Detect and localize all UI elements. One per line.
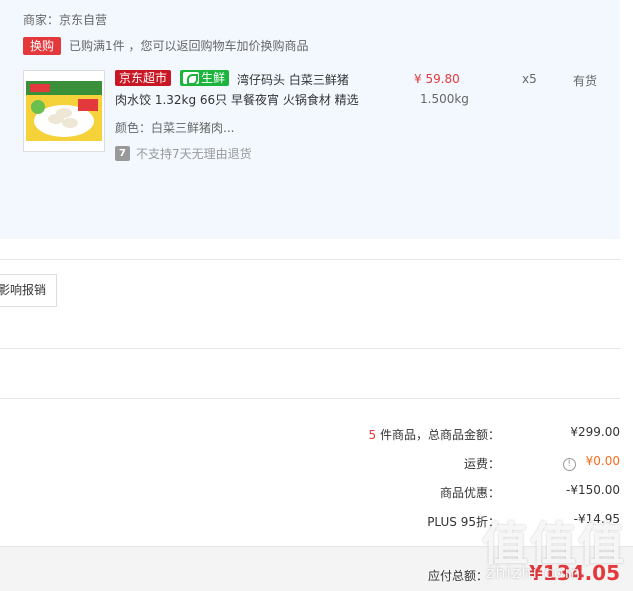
dumpling-package-icon <box>26 81 102 141</box>
plus-discount-label: PLUS 95折： <box>427 515 500 529</box>
payable-value: ¥134.05 <box>528 561 620 585</box>
fresh-badge: 生鲜 <box>180 70 230 86</box>
goods-total-value: ¥299.00 <box>570 425 620 439</box>
divider <box>0 259 620 260</box>
shipping-label: 运费： <box>463 457 500 471</box>
return-policy: 7 不支持7天无理由退货 <box>115 145 252 162</box>
info-icon[interactable]: ! <box>562 458 576 471</box>
unit-price: ¥ 59.80 <box>414 72 460 86</box>
unit-weight: 1.500kg <box>420 92 469 106</box>
goods-total-label: 件商品，总商品金额： <box>376 428 500 442</box>
product-thumbnail[interactable] <box>23 70 105 152</box>
jd-supermarket-badge: 京东超市 <box>115 70 172 86</box>
merchant-label: 商家：京东自营 <box>23 13 108 27</box>
promo-text: 已购满1件 ，您可以返回购物车加价换购商品 <box>69 39 309 53</box>
shipping-value: ! ¥0.00 <box>562 454 620 471</box>
fresh-badge-label: 生鲜 <box>201 71 226 85</box>
color-attribute: 颜色：白菜三鲜猪肉... <box>115 121 235 135</box>
divider <box>0 398 620 399</box>
payable-label: 应付总额： <box>427 569 488 583</box>
plus-discount-value: -¥14.95 <box>573 512 620 526</box>
return-policy-text: 不支持7天无理由退货 <box>136 147 252 161</box>
stock-status: 有货 <box>573 74 598 88</box>
item-quantity: x5 <box>522 72 537 86</box>
goods-count-label: 5 件商品，总商品金额： <box>369 426 500 443</box>
discount-label: 商品优惠： <box>439 486 500 500</box>
leaf-icon <box>183 72 199 85</box>
shipping-amount: ¥0.00 <box>585 454 620 468</box>
no-return-icon: 7 <box>115 146 130 161</box>
invoice-button[interactable]: 影响报销 <box>0 274 57 307</box>
divider <box>0 348 620 349</box>
discount-value: -¥150.00 <box>566 483 620 497</box>
promo-tag: 换购 <box>23 37 61 55</box>
